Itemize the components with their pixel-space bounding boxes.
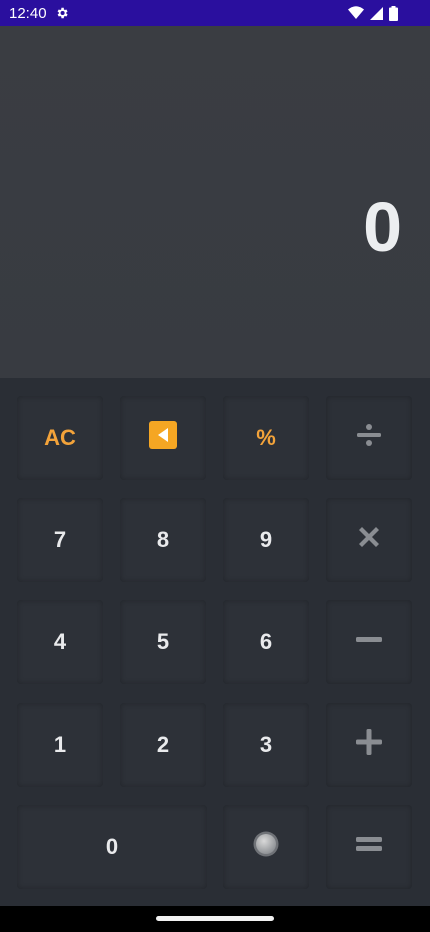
- equals-icon: [355, 830, 383, 864]
- status-bar: 12:40: [0, 0, 430, 26]
- display-value: 0: [363, 188, 402, 266]
- digit-7-button[interactable]: 7: [17, 498, 103, 582]
- plus-icon: [355, 728, 383, 762]
- digit-5-button[interactable]: 5: [120, 600, 206, 684]
- minus-icon: [355, 625, 383, 659]
- divide-icon: [355, 421, 383, 455]
- percent-button[interactable]: %: [223, 396, 309, 480]
- digit-8-button[interactable]: 8: [120, 498, 206, 582]
- status-time: 12:40: [9, 4, 47, 22]
- status-right: [348, 5, 398, 21]
- digit-9-button[interactable]: 9: [223, 498, 309, 582]
- home-gesture-handle[interactable]: [156, 916, 274, 921]
- minus-button[interactable]: [326, 600, 412, 684]
- decimal-icon: [252, 830, 280, 864]
- navigation-bar: [0, 906, 430, 932]
- multiply-button[interactable]: [326, 498, 412, 582]
- battery-icon: [389, 5, 398, 21]
- status-left: 12:40: [9, 5, 69, 22]
- result-display: 0: [0, 26, 430, 378]
- digit-4-button[interactable]: 4: [17, 600, 103, 684]
- multiply-icon: [355, 523, 383, 557]
- digit-6-button[interactable]: 6: [223, 600, 309, 684]
- wifi-icon: [348, 6, 364, 20]
- decimal-button[interactable]: [223, 805, 309, 889]
- signal-icon: [370, 6, 383, 20]
- equals-button[interactable]: [326, 805, 412, 889]
- plus-button[interactable]: [326, 703, 412, 787]
- digit-2-button[interactable]: 2: [120, 703, 206, 787]
- divide-button[interactable]: [326, 396, 412, 480]
- keypad: AC % 7 8 9 4 5 6 1 2 3 0: [0, 378, 430, 906]
- backspace-icon: [149, 421, 177, 455]
- all-clear-button[interactable]: AC: [17, 396, 103, 480]
- backspace-button[interactable]: [120, 396, 206, 480]
- digit-3-button[interactable]: 3: [223, 703, 309, 787]
- digit-1-button[interactable]: 1: [17, 703, 103, 787]
- settings-icon: [55, 6, 69, 20]
- digit-0-button[interactable]: 0: [17, 805, 207, 889]
